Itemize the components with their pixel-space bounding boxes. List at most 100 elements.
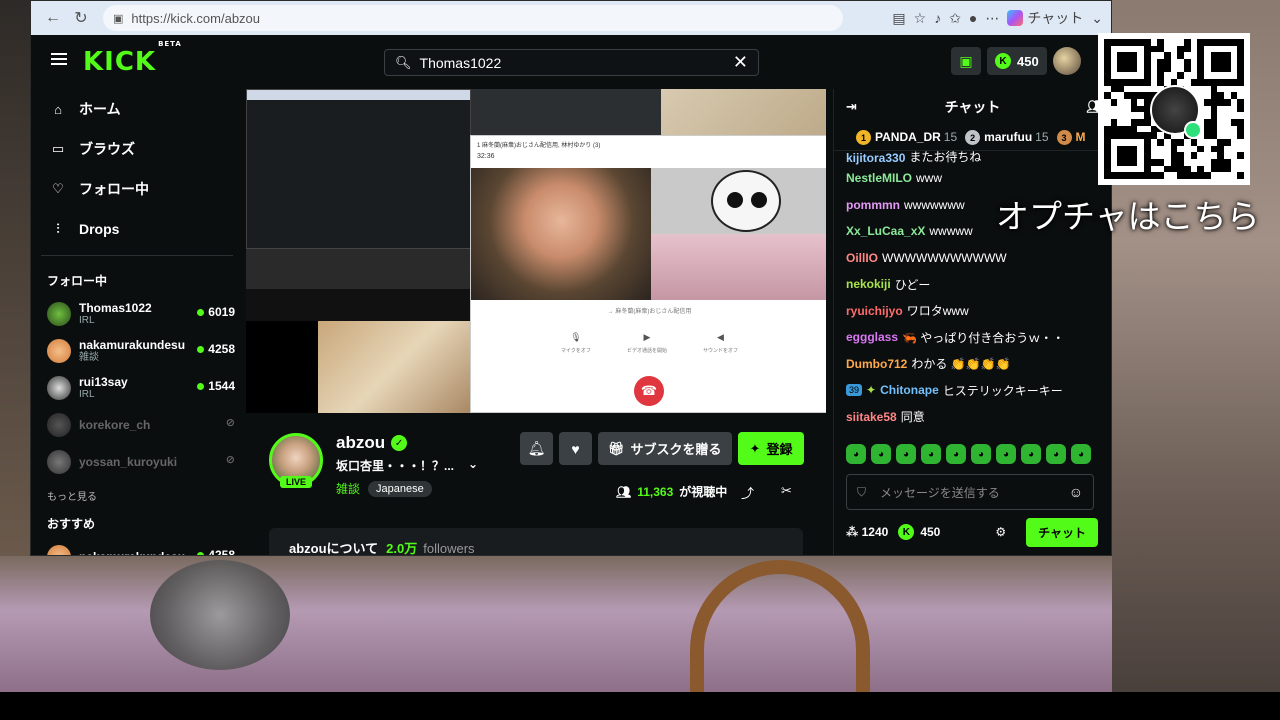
gift-icon: 🎁︎ (608, 440, 625, 456)
favorites-icon[interactable]: ✩ (949, 10, 961, 27)
kick-header: KICKBETA 🔍︎ Thomas1022 ✕ ▣ K 450 (31, 35, 1111, 89)
notification-bell-button[interactable]: 🔔︎ (520, 432, 553, 465)
following-channel-offline[interactable]: korekore_ch ⊘ (31, 406, 243, 443)
chat-username[interactable]: NestleMILO (846, 171, 912, 185)
emote-icon[interactable]: ◕ (1021, 444, 1041, 464)
nav-drops-label: Drops (79, 221, 120, 237)
search-icon: 🔍︎ (395, 54, 412, 70)
language-tag[interactable]: Japanese (368, 480, 432, 497)
mic-icon: 🎙︎ (570, 332, 582, 342)
chat-username[interactable]: OillIO (846, 251, 878, 265)
home-icon: ⌂ (54, 101, 62, 117)
chat-message-input[interactable]: ⛉ メッセージを送信する ☺ (846, 474, 1094, 510)
chat-username[interactable]: Chitonape (880, 383, 939, 397)
chevron-down-icon[interactable]: ⌄ (1091, 10, 1103, 27)
emote-icon[interactable]: ◕ (896, 444, 916, 464)
following-channel[interactable]: nakamurakundesu 雑談 4258 (31, 332, 243, 369)
address-bar[interactable]: ▣ https://kick.com/abzou (103, 5, 843, 31)
show-more-link[interactable]: もっと見る (31, 480, 243, 511)
qr-code-overlay (1098, 33, 1250, 185)
nav-drops[interactable]: ⫶ Drops (31, 209, 243, 249)
chat-message: OillIO WWWWWWWWWWW (846, 245, 1099, 272)
chat-username[interactable]: pommmn (846, 198, 900, 212)
clip-icon[interactable]: ✂ (781, 483, 792, 499)
leaderboard-entry[interactable]: 1 PANDA_DR 15 (856, 130, 957, 146)
chat-username[interactable]: eggglass (846, 330, 898, 344)
followers-label: followers (423, 541, 475, 556)
chat-username[interactable]: kijitora330 (846, 151, 905, 165)
more-icon[interactable]: ⋯ (985, 10, 999, 27)
following-channel-offline[interactable]: yossan_kuroyuki ⊘ (31, 443, 243, 480)
sparkle-icon: ✦ (749, 440, 761, 456)
expand-chevron-icon[interactable]: ⌄ (468, 457, 478, 474)
favorite-star-icon[interactable]: ☆ (914, 10, 927, 27)
chat-username[interactable]: siitake58 (846, 410, 897, 424)
channel-points[interactable]: ⁂ 1240 (846, 525, 888, 539)
chat-coins-value: 450 (920, 525, 941, 539)
emote-icon[interactable]: ◕ (946, 444, 966, 464)
viewer-count-value: 4258 (208, 548, 235, 556)
rank-badge: 2 (965, 130, 981, 146)
collapse-chat-icon[interactable]: ⇥ (846, 99, 857, 115)
category-link[interactable]: 雑談 (336, 480, 360, 497)
profile-icon[interactable]: ● (969, 10, 977, 26)
chat-username[interactable]: ryuichijyo (846, 304, 903, 318)
emoji-icon[interactable]: ☺ (1069, 484, 1083, 500)
site-info-icon[interactable]: ▣ (113, 12, 123, 25)
line-app-icon (1184, 121, 1202, 139)
recommended-channel[interactable]: nakamurakundesu 4258 (31, 538, 243, 556)
search-input[interactable]: 🔍︎ Thomas1022 ✕ (384, 49, 759, 76)
subscribe-button[interactable]: ✦ 登録 (737, 432, 805, 465)
streamer-name[interactable]: abzou ✓ (336, 433, 408, 453)
following-channel[interactable]: Thomas1022 IRL 6019 (31, 295, 243, 332)
chat-username[interactable]: Xx_LuCaa_xX (846, 224, 925, 238)
letterbox-bar (0, 692, 1280, 720)
kick-logo[interactable]: KICKBETA (83, 40, 182, 77)
leaderboard-name: M (1075, 129, 1086, 144)
call-participant-video (471, 168, 651, 300)
follow-heart-button[interactable]: ♥ (559, 432, 592, 465)
emote-icon[interactable]: ◕ (971, 444, 991, 464)
chat-text: WWWWWWWWWWW (882, 250, 1007, 265)
user-avatar[interactable] (1052, 47, 1081, 75)
background-microphone (150, 560, 290, 670)
viewer-count: 6019 (197, 305, 235, 319)
channel-name: Thomas1022 (79, 300, 152, 315)
extension-icon[interactable]: ♪ (934, 10, 941, 26)
nav-browse[interactable]: ▭ ブラウズ (31, 129, 243, 169)
emote-icon[interactable]: ◕ (1046, 444, 1066, 464)
emote-icon[interactable]: ◕ (996, 444, 1016, 464)
emote-icon[interactable]: ◕ (871, 444, 891, 464)
chat-username[interactable]: nekokiji (846, 277, 891, 291)
shield-icon[interactable]: ⛉ (857, 485, 866, 500)
nested-browser-bar (247, 90, 470, 100)
refresh-icon[interactable]: ↻ (67, 4, 95, 32)
chat-title: チャット (944, 99, 1001, 115)
leaderboard-entry[interactable]: 3M (1056, 129, 1086, 146)
nav-home[interactable]: ⌂ ホーム (31, 89, 243, 129)
chat-send-button[interactable]: チャット (1026, 517, 1098, 547)
nav-following[interactable]: ♡ フォロー中 (31, 169, 243, 209)
drops-box-icon[interactable]: ▣ (951, 47, 981, 75)
following-channel[interactable]: rui13say IRL 1544 (31, 369, 243, 406)
nav-browse-label: ブラウズ (79, 141, 135, 157)
share-icon[interactable]: ⤴ (741, 483, 754, 502)
settings-gear-icon[interactable]: ⚙ (995, 525, 1006, 539)
chat-username[interactable]: Dumbo712 (846, 357, 907, 371)
back-icon[interactable]: ← (39, 4, 67, 32)
chat-input-placeholder: メッセージを送信する (880, 485, 1000, 500)
kick-coins-button[interactable]: K 450 (987, 47, 1047, 75)
emote-icon[interactable]: ◕ (1071, 444, 1091, 464)
chat-text: ワロタwww (906, 304, 969, 319)
menu-icon[interactable] (51, 53, 67, 65)
emote-icon[interactable]: ◕ (921, 444, 941, 464)
chat-coins[interactable]: K 450 (898, 524, 940, 540)
copilot-button[interactable]: チャット (1007, 8, 1083, 28)
gift-subs-button[interactable]: 🎁︎ サブスクを贈る (598, 432, 732, 465)
reader-icon[interactable]: ▤ (892, 10, 905, 27)
leaderboard-entry[interactable]: 2 marufuu 15 (965, 130, 1049, 146)
channel-avatar (47, 412, 71, 437)
clear-search-icon[interactable]: ✕ (733, 52, 748, 73)
emote-icon[interactable]: ◕ (846, 444, 866, 464)
video-player[interactable]: 1 麻冬蘭(麻衆)おじさん配信用, 林村ゆかり (3) 32:36 → 麻冬蘭(… (246, 89, 826, 413)
